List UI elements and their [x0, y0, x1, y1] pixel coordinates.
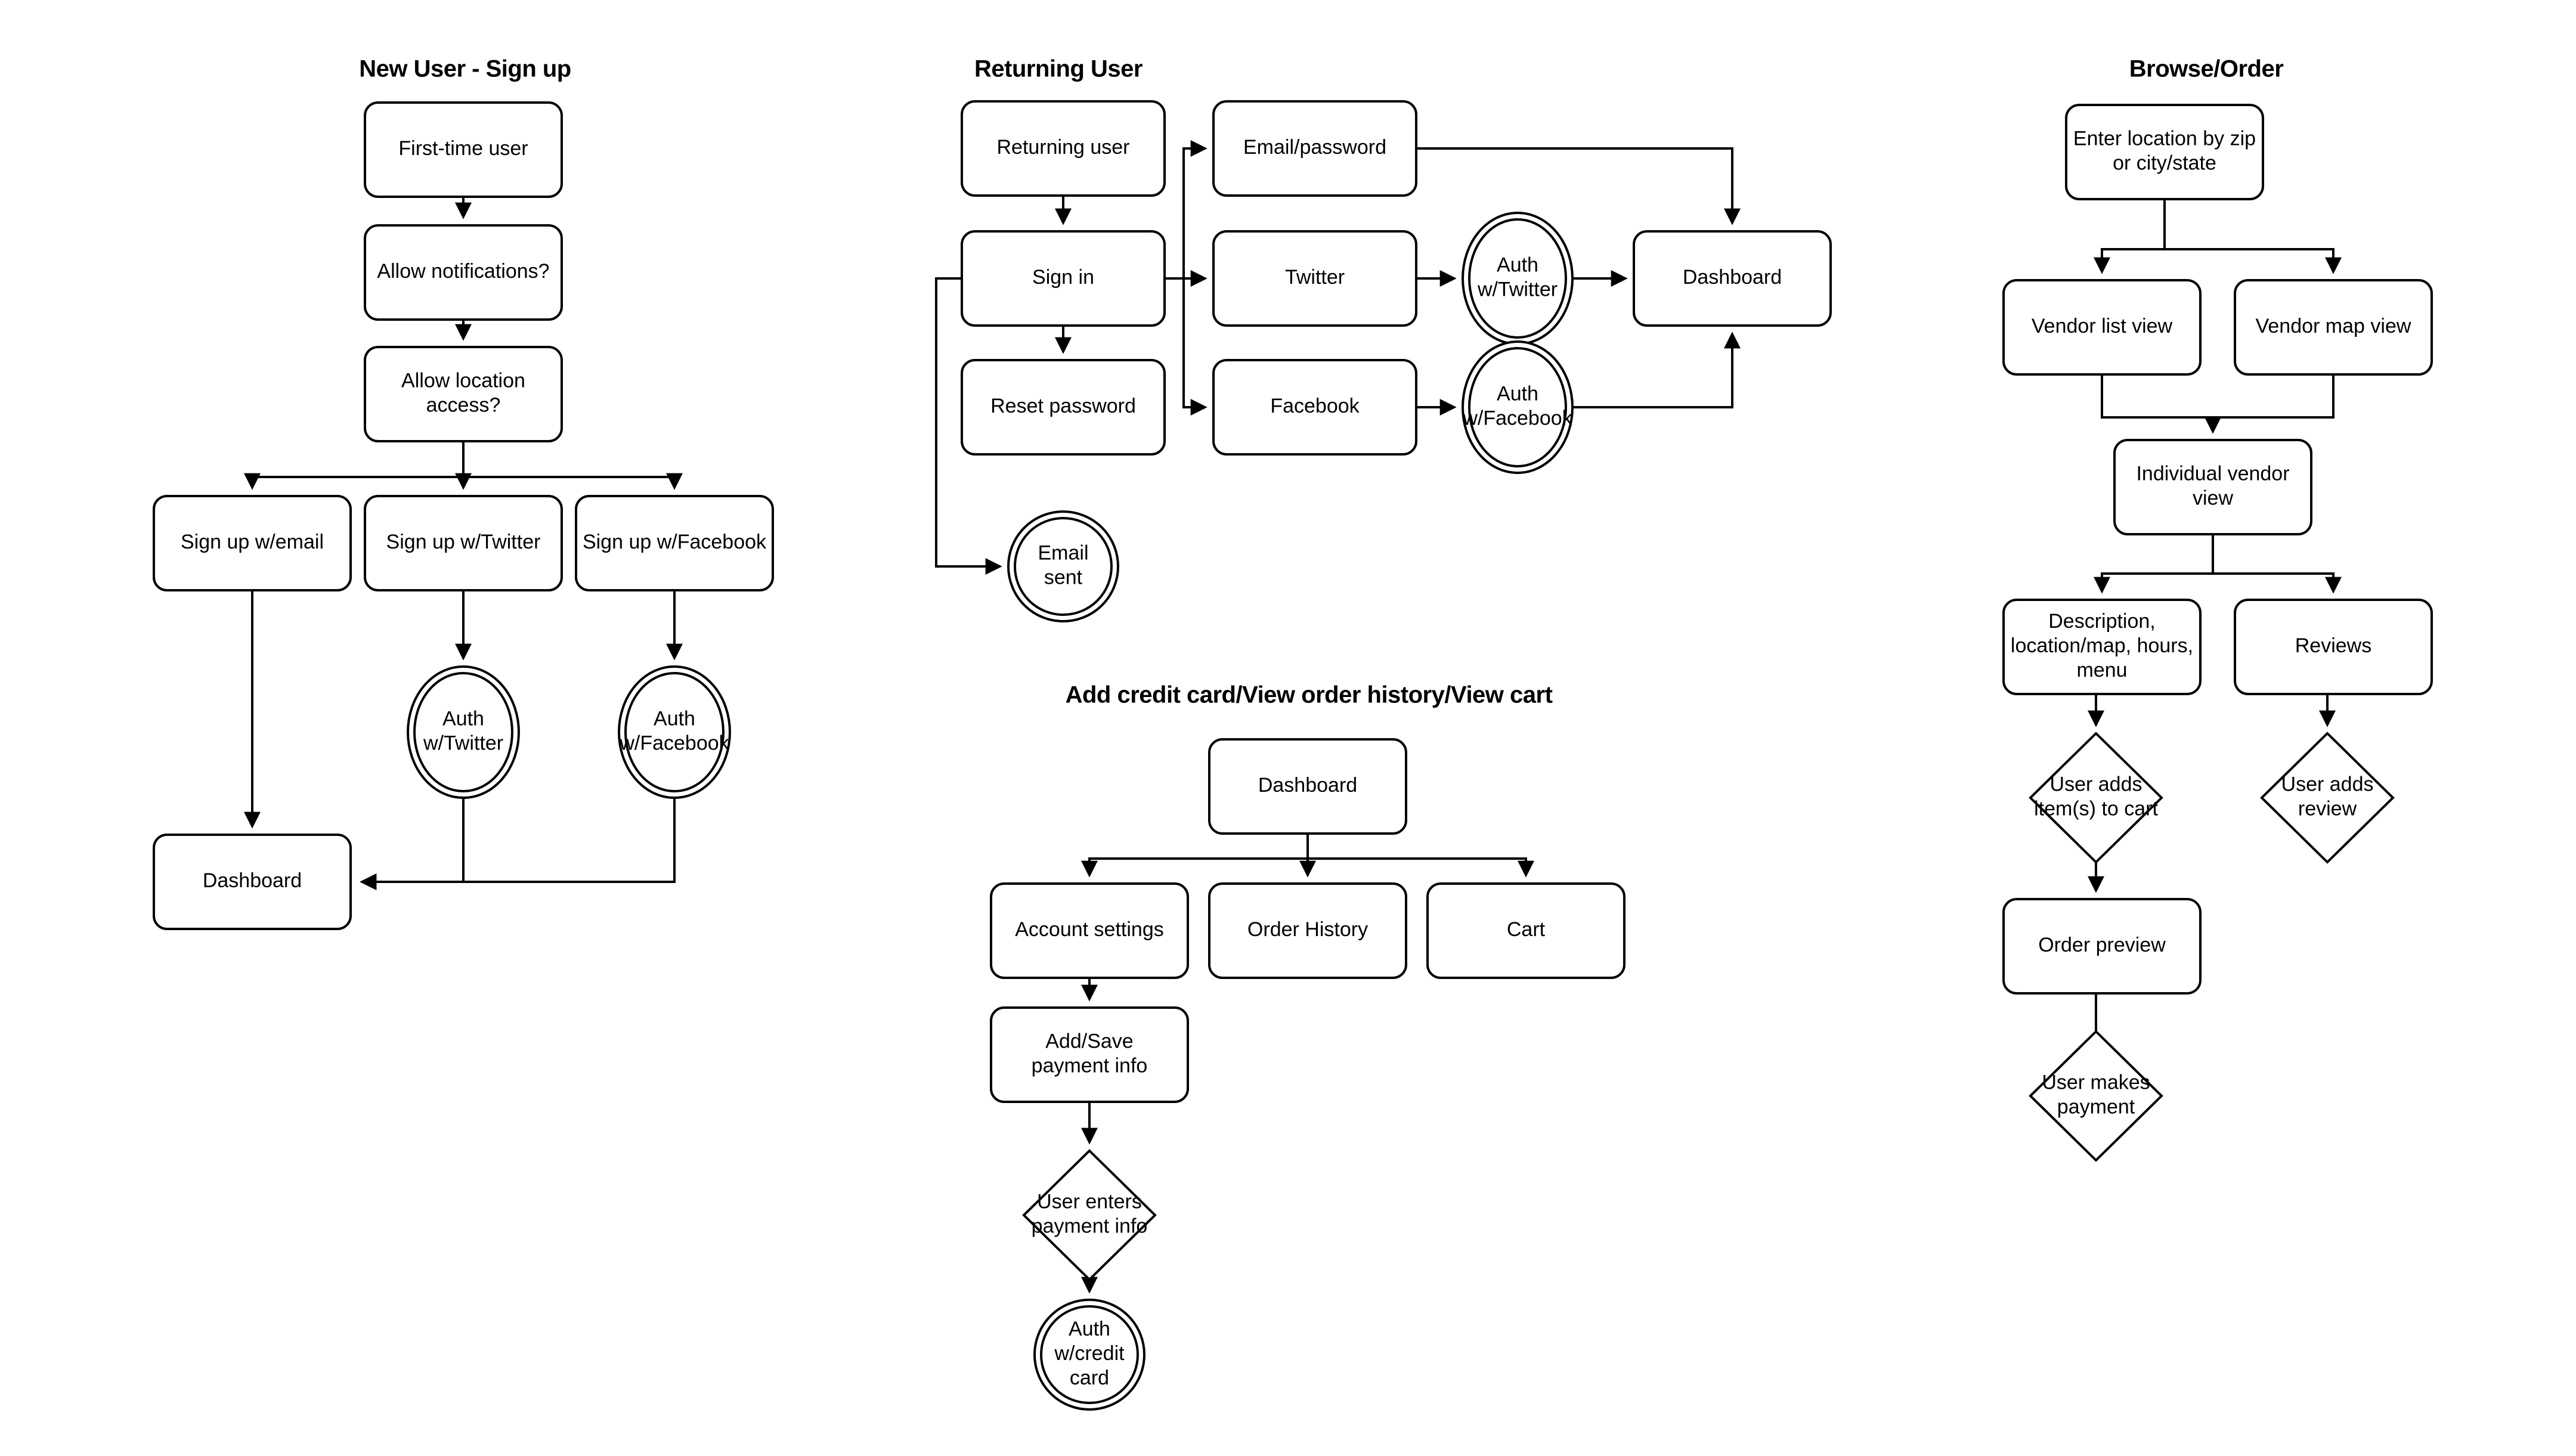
flow-node-s1-auth-twitter[interactable]: Auth w/Twitter [407, 665, 520, 799]
flow-node-s2-reset-password[interactable]: Reset password [961, 359, 1166, 456]
flow-node-s2-facebook[interactable]: Facebook [1212, 359, 1417, 456]
section-title-returning-user: Returning User [974, 56, 1143, 82]
section-title-browse-order: Browse/Order [2129, 56, 2284, 82]
flow-edge [1182, 278, 1208, 416]
flow-node-s4-user-makes-payment[interactable]: User makes payment [2029, 1030, 2163, 1162]
flow-node-s1-allow-location[interactable]: Allow location access? [364, 346, 563, 442]
node-label: Reset password [990, 395, 1136, 417]
flow-edge [1416, 147, 1741, 225]
node-label: Sign up w/email [181, 531, 324, 553]
section-title-add-credit-card: Add credit card/View order history/View … [1066, 682, 1553, 708]
node-label: Dashboard [203, 869, 302, 892]
flow-node-s2-email-sent[interactable]: Email sent [1007, 510, 1119, 622]
flow-node-s3-order-history[interactable]: Order History [1208, 882, 1407, 979]
node-label: Vendor map view [2256, 315, 2411, 337]
flow-node-s2-auth-twitter[interactable]: Auth w/Twitter [1462, 212, 1574, 345]
flow-node-s4-vendor-list[interactable]: Vendor list view [2002, 279, 2202, 376]
node-label: Cart [1507, 918, 1546, 941]
flowchart-canvas: First-time user Allow notifications? Allow… [0, 0, 2576, 1456]
node-label: Email/password [1243, 136, 1386, 159]
node-label: First-time user [398, 137, 528, 160]
flow-node-s4-enter-location[interactable]: Enter location by zip or city/state [2065, 104, 2264, 200]
flow-node-s4-order-preview[interactable]: Order preview [2002, 898, 2202, 995]
flow-edge [1572, 332, 1741, 408]
flow-node-s3-auth-credit-card[interactable]: Auth w/credit card [1033, 1299, 1145, 1411]
flow-node-s4-reviews[interactable]: Reviews [2234, 599, 2433, 695]
flow-node-s4-user-adds-items[interactable]: User adds item(s) to cart [2029, 732, 2163, 864]
flow-node-s3-user-enters-payment[interactable]: User enters payment info [1022, 1149, 1157, 1281]
flow-node-s3-dashboard[interactable]: Dashboard [1208, 738, 1407, 835]
node-label: Dashboard [1683, 266, 1782, 289]
flow-node-s1-signup-twitter[interactable]: Sign up w/Twitter [364, 495, 563, 591]
section-title-new-user-signup: New User - Sign up [359, 56, 571, 82]
flow-node-s2-auth-facebook[interactable]: Auth w/Facebook [1462, 340, 1574, 474]
flow-node-s2-dashboard[interactable]: Dashboard [1633, 230, 1832, 327]
node-label: Vendor list view [2032, 315, 2173, 337]
flow-node-s3-cart[interactable]: Cart [1426, 882, 1626, 979]
flow-node-s4-individual-vendor[interactable]: Individual vendor view [2113, 439, 2312, 535]
node-label: Sign up w/Twitter [386, 531, 541, 553]
flow-edge [244, 441, 465, 490]
flow-node-s1-signup-email[interactable]: Sign up w/email [153, 495, 352, 591]
node-label: Order History [1247, 918, 1368, 941]
flow-node-s3-add-save-payment[interactable]: Add/Save payment info [990, 1006, 1189, 1103]
flow-edge [2213, 374, 2334, 419]
flow-edge [360, 798, 465, 890]
flow-edge [360, 798, 676, 890]
flow-edge [2094, 534, 2214, 594]
flow-node-s1-auth-facebook[interactable]: Auth w/Facebook [618, 665, 731, 799]
node-label: Reviews [2295, 634, 2371, 657]
node-label: Twitter [1285, 266, 1345, 289]
node-label: Facebook [1270, 395, 1360, 417]
node-label: Sign up w/Facebook [583, 531, 767, 553]
flow-edge [2213, 572, 2342, 594]
flowchart-svg: First-time user Allow notifications? Allow… [153, 56, 2433, 1411]
flow-node-s1-allow-notifications[interactable]: Allow notifications? [364, 224, 563, 321]
node-label: Order preview [2038, 934, 2166, 956]
node-layer: First-time user Allow notifications? Allow… [153, 100, 2433, 1411]
flow-edge [1165, 140, 1208, 280]
flow-edge [2101, 374, 2221, 434]
node-label: Dashboard [1258, 774, 1357, 797]
flow-edge [1308, 857, 1534, 878]
node-label: Allow notifications? [377, 260, 549, 283]
flow-node-s2-twitter[interactable]: Twitter [1212, 230, 1417, 327]
flow-node-s4-user-adds-review[interactable]: User adds review [2260, 732, 2395, 864]
flow-node-s1-dashboard[interactable]: Dashboard [153, 834, 352, 930]
flow-node-s3-account-settings[interactable]: Account settings [990, 882, 1189, 979]
flow-edge [463, 473, 683, 490]
flow-node-s4-description[interactable]: Description, location/map, hours, menu [2002, 599, 2202, 695]
flow-node-s2-sign-in[interactable]: Sign in [961, 230, 1166, 327]
flow-node-s4-vendor-map[interactable]: Vendor map view [2234, 279, 2433, 376]
flow-edge [2094, 199, 2166, 274]
flow-edge [2165, 248, 2342, 274]
flow-node-s2-returning-user[interactable]: Returning user [961, 100, 1166, 197]
node-label: Sign in [1032, 266, 1094, 289]
node-label: Returning user [996, 136, 1129, 159]
flow-edge [1081, 834, 1309, 878]
flow-node-s1-first-time-user[interactable]: First-time user [364, 101, 563, 198]
flow-node-s2-email-password[interactable]: Email/password [1212, 100, 1417, 197]
node-label: Account settings [1015, 918, 1163, 941]
flow-node-s1-signup-facebook[interactable]: Sign up w/Facebook [575, 495, 774, 591]
